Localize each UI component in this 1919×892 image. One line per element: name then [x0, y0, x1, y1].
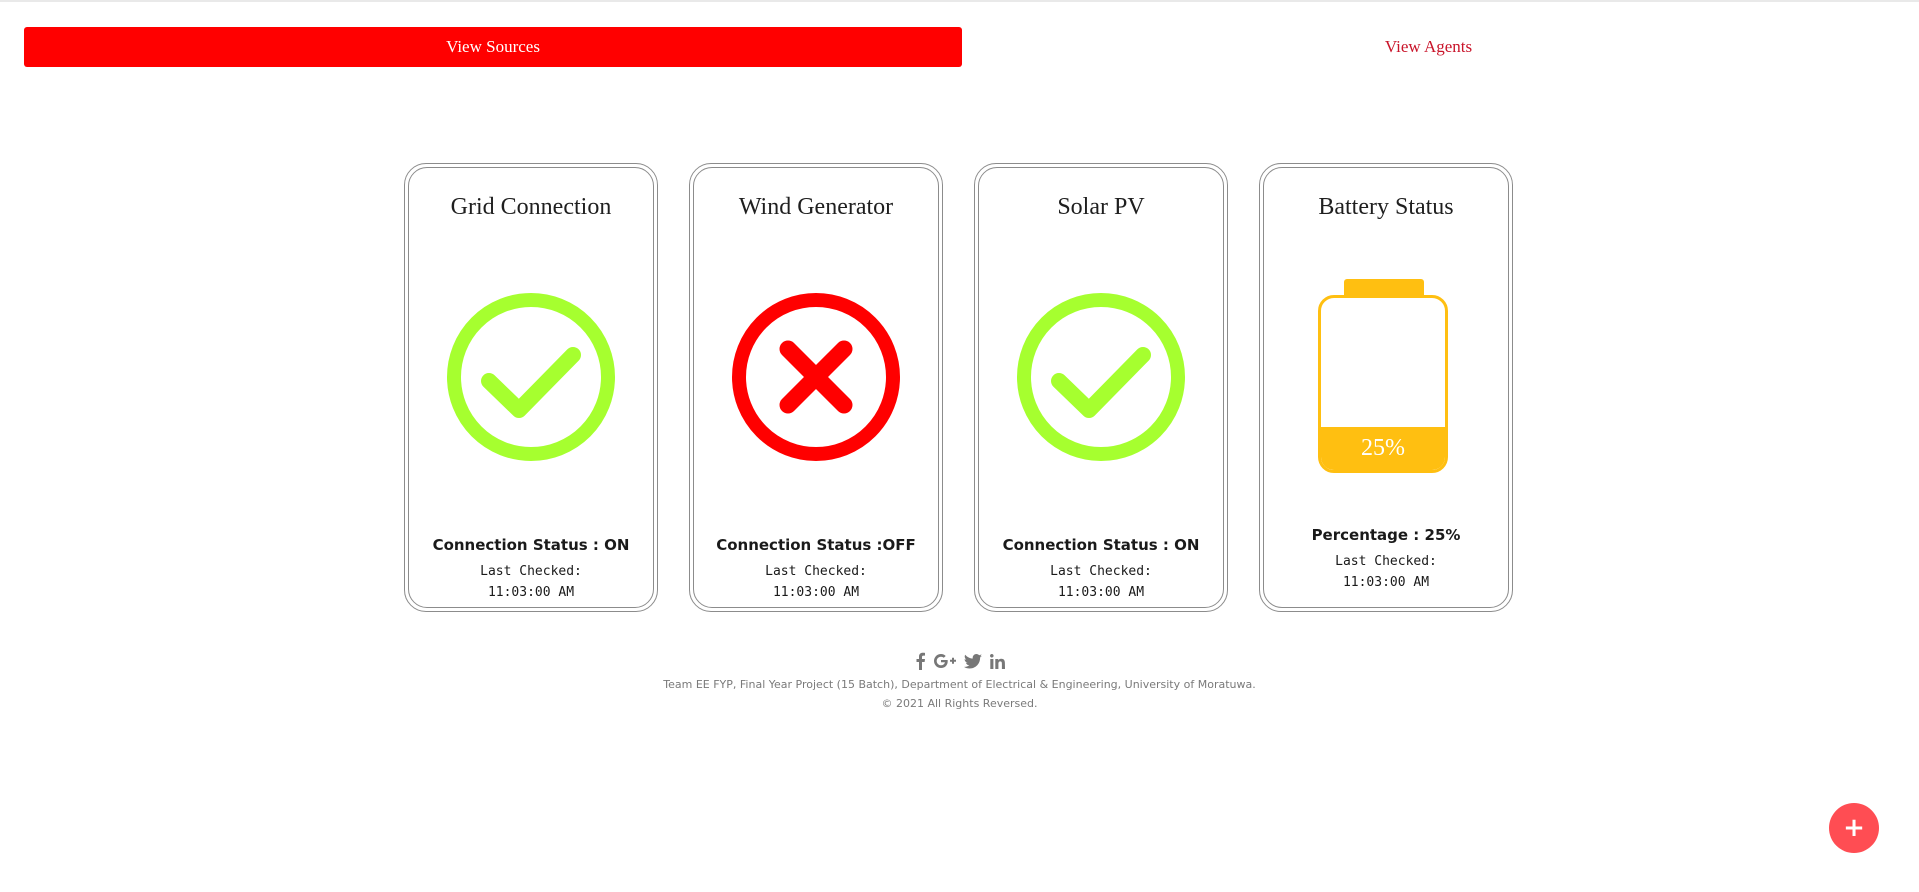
- battery-percentage: Percentage : 25%: [1311, 526, 1461, 544]
- card-battery-status: Battery Status 25% Percentage : 25% Last…: [1259, 163, 1513, 612]
- card-solar-pv: Solar PV Connection Status : ON Last Che…: [974, 163, 1228, 612]
- card-wind-generator: Wind Generator Connection Status :OFF La…: [689, 163, 943, 612]
- facebook-icon[interactable]: [915, 652, 926, 670]
- add-button[interactable]: +: [1829, 803, 1879, 853]
- last-checked-label: Last Checked:: [480, 564, 582, 579]
- google-plus-icon[interactable]: [933, 652, 956, 670]
- battery-cap: [1344, 279, 1424, 295]
- check-circle-icon: [1017, 293, 1185, 461]
- card-title: Solar PV: [1057, 194, 1145, 220]
- x-circle-icon: [732, 293, 900, 461]
- card-grid-connection: Grid Connection Connection Status : ON L…: [404, 163, 658, 612]
- last-checked-time: 11:03:00 AM: [487, 585, 575, 600]
- connection-status: Connection Status : ON: [1002, 536, 1200, 554]
- battery-level-fill: 25%: [1321, 427, 1445, 470]
- top-divider: [0, 0, 1919, 2]
- social-links: [0, 652, 1919, 670]
- view-sources-button[interactable]: View Sources: [24, 27, 962, 67]
- view-agents-button[interactable]: View Agents: [962, 27, 1895, 67]
- card-title: Wind Generator: [738, 194, 894, 220]
- battery-icon: 25%: [1318, 295, 1448, 473]
- connection-status: Connection Status :OFF: [716, 536, 916, 554]
- linkedin-icon[interactable]: [989, 652, 1005, 670]
- card-title: Grid Connection: [450, 194, 612, 220]
- last-checked-label: Last Checked:: [1050, 564, 1152, 579]
- connection-status: Connection Status : ON: [432, 536, 630, 554]
- footer-credit: Team EE FYP, Final Year Project (15 Batc…: [663, 678, 1256, 691]
- card-title: Battery Status: [1318, 194, 1454, 220]
- last-checked-label: Last Checked:: [1335, 554, 1437, 569]
- last-checked-time: 11:03:00 AM: [1057, 585, 1145, 600]
- last-checked-time: 11:03:00 AM: [772, 585, 860, 600]
- last-checked-label: Last Checked:: [765, 564, 867, 579]
- last-checked-time: 11:03:00 AM: [1342, 575, 1430, 590]
- battery-level-text: 25%: [1361, 435, 1405, 461]
- check-circle-icon: [447, 293, 615, 461]
- twitter-icon[interactable]: [963, 652, 982, 670]
- footer-copyright: © 2021 All Rights Reversed.: [881, 697, 1038, 710]
